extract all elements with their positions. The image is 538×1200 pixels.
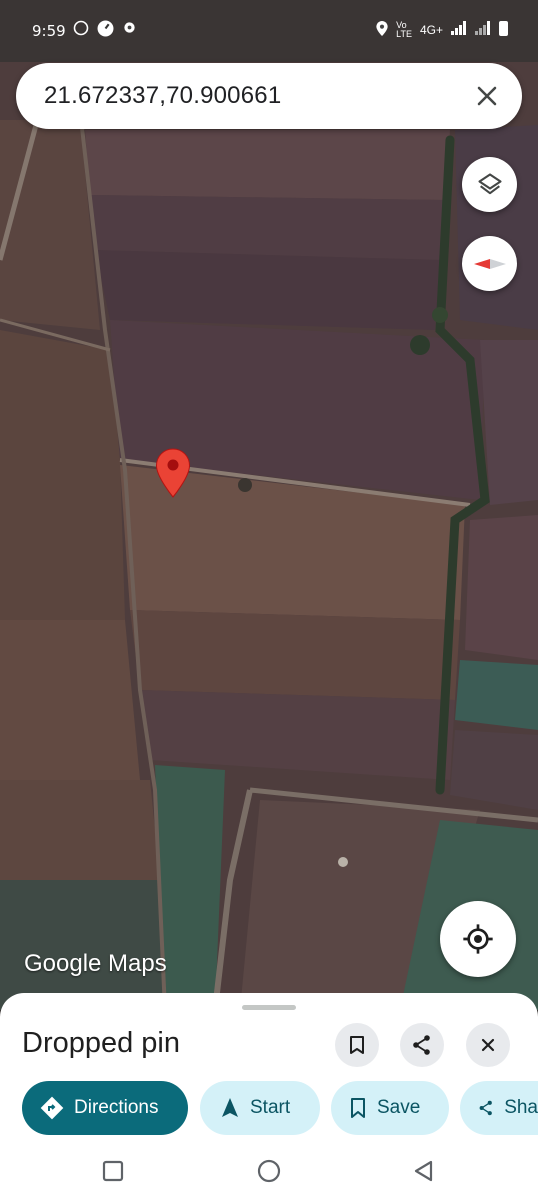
square-icon	[102, 1160, 124, 1182]
directions-icon	[40, 1096, 64, 1120]
crosshair-icon	[463, 924, 493, 954]
google-maps-attribution: Google Maps	[24, 950, 167, 977]
compass-icon	[473, 258, 506, 269]
save-label: Save	[377, 1097, 421, 1118]
close-sheet-button[interactable]	[466, 1023, 510, 1067]
recents-button[interactable]	[102, 1160, 124, 1187]
dropped-pin-marker[interactable]	[155, 448, 191, 503]
settings-gear-icon	[122, 20, 137, 38]
status-bar: 9:59 Vo LTE 4G+	[0, 0, 538, 62]
bookmark-button[interactable]	[335, 1023, 379, 1067]
map-pin-icon	[155, 448, 191, 498]
status-time: 9:59	[32, 22, 66, 40]
sheet-drag-handle[interactable]	[242, 1005, 296, 1010]
close-icon	[477, 86, 497, 106]
share-label: Sha	[504, 1097, 538, 1118]
clear-search-button[interactable]	[470, 79, 504, 113]
layers-icon	[477, 172, 502, 194]
share-chip-button[interactable]: Sha	[460, 1081, 538, 1135]
volte-icon: Vo LTE	[396, 19, 412, 39]
back-button[interactable]	[412, 1159, 434, 1188]
place-title: Dropped pin	[22, 1027, 180, 1059]
search-bar[interactable]: 21.672337,70.900661	[16, 63, 522, 129]
whatsapp-icon	[73, 20, 89, 39]
network-type: 4G+	[419, 22, 443, 37]
map-view[interactable]	[0, 0, 538, 1010]
system-nav-bar	[0, 1142, 538, 1200]
compass-button[interactable]	[462, 236, 517, 291]
directions-button[interactable]: Directions	[22, 1081, 188, 1135]
directions-label: Directions	[74, 1097, 159, 1118]
my-location-button[interactable]	[440, 901, 516, 977]
start-button[interactable]: Start	[200, 1081, 320, 1135]
circle-icon	[257, 1159, 281, 1183]
satellite-imagery	[0, 0, 538, 1010]
navigation-arrow-icon	[222, 1098, 238, 1117]
back-triangle-icon	[414, 1160, 433, 1182]
start-label: Start	[250, 1097, 291, 1118]
share-icon	[413, 1035, 430, 1055]
share-icon	[479, 1100, 492, 1116]
layers-button[interactable]	[462, 157, 517, 212]
status-right-icons: Vo LTE 4G+	[376, 20, 508, 39]
share-button[interactable]	[400, 1023, 444, 1067]
location-icon	[376, 20, 388, 39]
signal-icon	[451, 21, 467, 38]
close-icon	[481, 1038, 495, 1052]
save-button[interactable]: Save	[331, 1081, 449, 1135]
speedometer-icon	[97, 20, 114, 40]
signal-2-icon	[475, 21, 491, 38]
battery-icon	[499, 20, 508, 39]
home-button[interactable]	[257, 1159, 281, 1188]
bookmark-icon	[351, 1098, 365, 1118]
bookmark-icon	[350, 1036, 364, 1054]
search-query[interactable]: 21.672337,70.900661	[44, 82, 281, 110]
